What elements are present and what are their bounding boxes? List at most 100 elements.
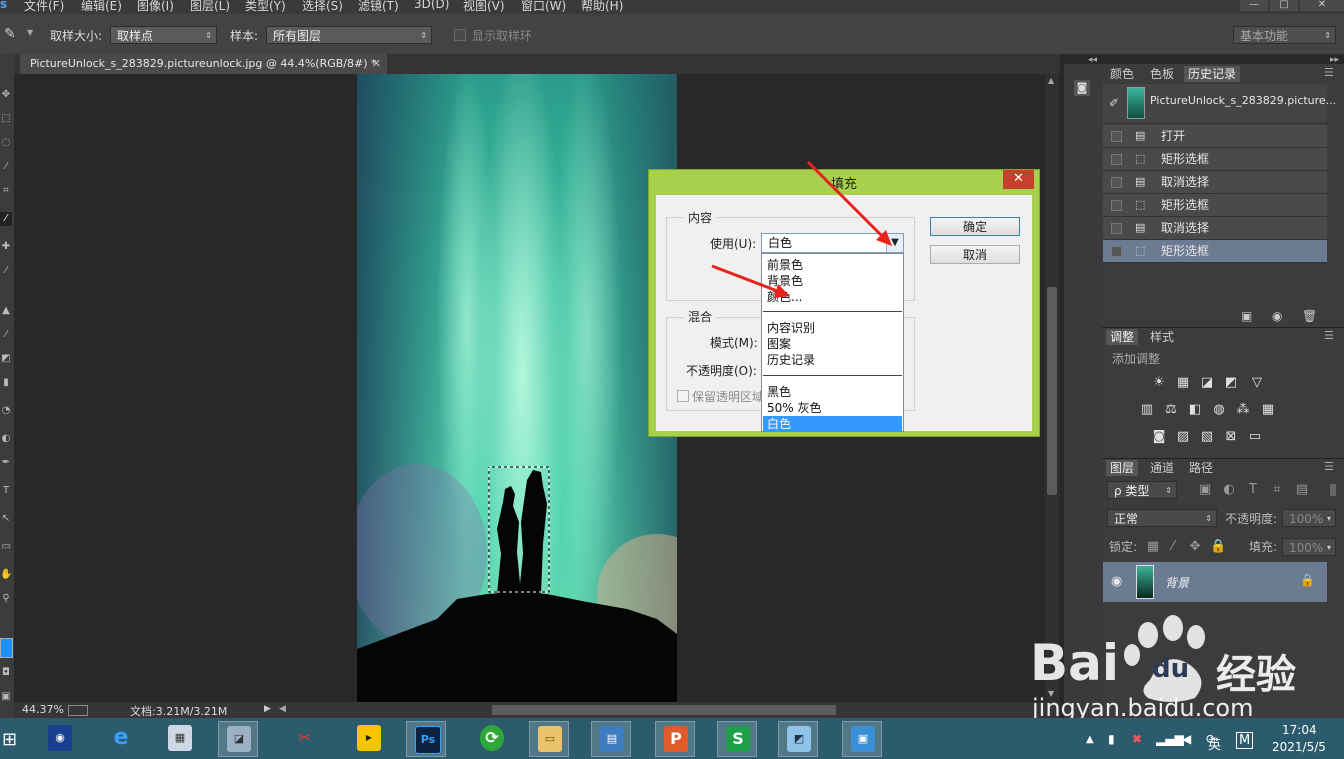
tab-color[interactable]: 颜色 (1110, 66, 1134, 82)
lock-transparent-icon[interactable]: ▦ (1145, 540, 1161, 554)
collapse-strip-icon[interactable]: ◂◂ (1088, 55, 1097, 65)
taskbar-wps-presentation[interactable]: P (655, 721, 695, 757)
filter-toggle[interactable] (1330, 484, 1336, 496)
tool-preset-chevron-icon[interactable]: ▼ (27, 28, 33, 37)
tab-paths[interactable]: 路径 (1189, 460, 1213, 476)
channel-mixer-icon[interactable]: ⁂ (1235, 403, 1251, 417)
scroll-left-icon[interactable]: ◀ (279, 704, 286, 714)
lock-move-icon[interactable]: ✥ (1187, 540, 1203, 554)
move-tool-icon[interactable]: ✥ (0, 88, 12, 102)
camera-icon[interactable]: ◉ (1272, 309, 1282, 323)
tab-swatches[interactable]: 色板 (1150, 66, 1174, 82)
brightness-icon[interactable]: ☀ (1151, 376, 1167, 390)
zoom-tool-icon[interactable]: ⚲ (0, 592, 12, 606)
photo-filter-icon[interactable]: ◍ (1211, 403, 1227, 417)
gradient-tool-icon[interactable]: ▮ (0, 376, 12, 390)
menu-layer[interactable]: 图层(L) (190, 0, 230, 14)
menu-window[interactable]: 窗口(W) (521, 0, 566, 14)
filter-smart-icon[interactable]: ▤ (1294, 483, 1310, 497)
history-checkbox[interactable] (1111, 200, 1122, 211)
taskbar-control-panel[interactable]: ▤ (591, 721, 631, 757)
black-white-icon[interactable]: ◧ (1187, 403, 1203, 417)
color-balance-icon[interactable]: ⚖ (1163, 403, 1179, 417)
hand-tool-icon[interactable]: ✋ (0, 568, 12, 582)
menu-filter[interactable]: 滤镜(T) (358, 0, 399, 14)
tab-history[interactable]: 历史记录 (1184, 66, 1241, 82)
tab-adjustments[interactable]: 调整 (1106, 329, 1139, 345)
magic-wand-tool-icon[interactable]: ⁄ (0, 160, 12, 174)
history-snapshot[interactable]: ✐ PictureUnlock_s_283829.picture... (1103, 84, 1336, 122)
layer-filter-select[interactable]: ρ 类型 ⇕ (1107, 481, 1177, 499)
menu-help[interactable]: 帮助(H) (581, 0, 623, 14)
tray-device-icon[interactable]: ▮ (1108, 732, 1115, 746)
lasso-tool-icon[interactable]: ◌ (0, 136, 12, 150)
panel-menu-icon[interactable]: ☰ (1324, 329, 1334, 342)
clock-date[interactable]: 2021/5/5 (1272, 740, 1326, 754)
blend-mode-select[interactable]: 正常 ⇕ (1107, 509, 1217, 527)
document-canvas[interactable] (357, 74, 677, 702)
marquee-tool-icon[interactable]: ⬚ (0, 112, 12, 126)
curves-icon[interactable]: ◪ (1199, 376, 1215, 390)
invert-icon[interactable]: ◙ (1151, 430, 1167, 444)
option-pattern[interactable]: 图案 (763, 336, 902, 352)
screen-mode-icon[interactable]: ▣ (0, 690, 12, 704)
ime-mode-indicator[interactable]: M (1236, 732, 1254, 749)
tray-signal-icon[interactable]: ▂▄▆ (1156, 732, 1184, 746)
hue-saturation-icon[interactable]: ▥ (1139, 403, 1155, 417)
menu-view[interactable]: 视图(V) (463, 0, 505, 14)
cancel-button[interactable]: 取消 (930, 245, 1020, 264)
show-ring-checkbox[interactable] (454, 29, 466, 41)
sample-select[interactable]: 所有图层 ⇕ (266, 26, 432, 44)
foreground-color-swatch[interactable] (0, 638, 13, 658)
taskbar-update[interactable]: ⟳ (472, 721, 512, 757)
history-checkbox[interactable] (1111, 223, 1122, 234)
zoom-readout[interactable]: 44.37% (22, 703, 64, 716)
taskbar-media-player[interactable]: ◉ (40, 721, 80, 757)
eye-icon[interactable]: ◉ (1111, 574, 1122, 589)
taskbar-player[interactable]: ▶ (349, 721, 389, 757)
lock-all-icon[interactable]: 🔒 (1210, 540, 1226, 554)
option-black[interactable]: 黑色 (763, 384, 902, 400)
layer-name[interactable]: 背景 (1165, 574, 1189, 591)
history-checkbox[interactable] (1111, 131, 1122, 142)
history-brush-source-icon[interactable]: ✐ (1109, 96, 1119, 110)
layer-fill-input[interactable]: 100% ▾ (1282, 538, 1336, 556)
vertical-scroll-thumb[interactable] (1047, 287, 1057, 495)
tab-styles[interactable]: 样式 (1150, 329, 1174, 345)
history-item[interactable]: ▤ 取消选择 (1103, 217, 1327, 240)
clock-time[interactable]: 17:04 (1282, 723, 1317, 737)
tab-layers[interactable]: 图层 (1106, 460, 1139, 476)
crop-tool-icon[interactable]: ⌗ (0, 184, 12, 198)
tray-expand-icon[interactable]: ▲ (1086, 734, 1094, 745)
status-menu-arrow-icon[interactable]: ▶ (264, 704, 271, 714)
eyedropper-tool-icon[interactable]: ✎ (4, 26, 16, 42)
layer-opacity-input[interactable]: 100% ▾ (1282, 509, 1336, 527)
ok-button[interactable]: 确定 (930, 217, 1020, 236)
window-close-icon[interactable]: ✕ (1300, 0, 1344, 11)
healing-tool-icon[interactable]: ✚ (0, 240, 12, 254)
history-item[interactable]: ⬚ 矩形选框 (1103, 194, 1327, 217)
taskbar-ie[interactable]: e (101, 721, 141, 757)
horizontal-scroll-thumb[interactable] (492, 705, 836, 715)
brush-tool-icon[interactable]: ⁄ (0, 264, 12, 278)
history-item[interactable]: ▤ 取消选择 (1103, 171, 1327, 194)
pen-tool-icon[interactable]: ✒ (0, 456, 12, 470)
eyedropper-active-tool-icon[interactable]: ⁄ (0, 212, 12, 226)
windows-start-icon[interactable]: ⊞ (2, 729, 17, 750)
taskbar-snipping[interactable]: ✂ (285, 721, 325, 757)
levels-icon[interactable]: ▦ (1175, 376, 1191, 390)
exposure-icon[interactable]: ◩ (1223, 376, 1239, 390)
taskbar-monitor[interactable]: ◪ (218, 721, 258, 757)
tab-close-icon[interactable]: ✕ (372, 54, 381, 74)
tray-network-error-icon[interactable]: ✖ (1132, 732, 1142, 746)
menu-3d[interactable]: 3D(D) (414, 0, 449, 11)
workspace-select[interactable]: 基本功能 ⇕ (1233, 26, 1336, 44)
history-item-selected[interactable]: ⬚ 矩形选框 (1103, 240, 1327, 263)
ime-indicator[interactable]: 英 (1208, 734, 1221, 753)
taskbar-photos[interactable]: ▣ (842, 721, 882, 757)
gradient-map-icon[interactable]: ▭ (1247, 430, 1263, 444)
taskbar-photoshop[interactable]: Ps (406, 721, 446, 757)
history-item[interactable]: ▤ 打开 (1103, 125, 1327, 148)
history-checkbox[interactable] (1111, 246, 1122, 257)
path-select-tool-icon[interactable]: ↖ (0, 512, 12, 526)
